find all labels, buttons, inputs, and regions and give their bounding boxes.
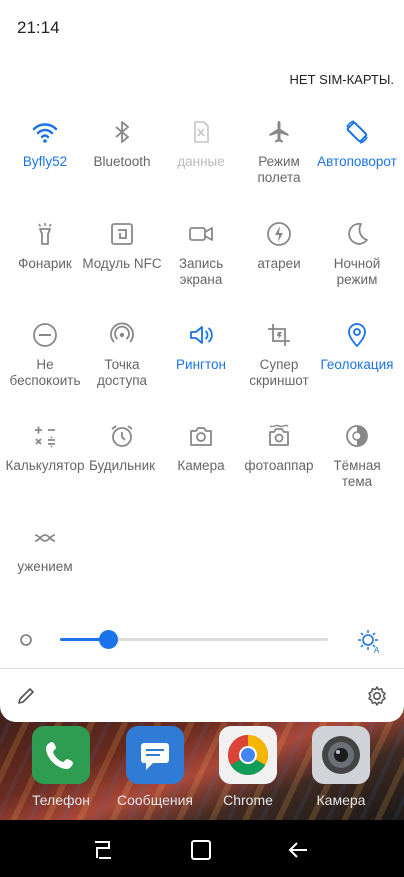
pencil-icon[interactable] [16, 686, 36, 706]
tile-dark-theme[interactable]: Тёмная тема [317, 422, 397, 490]
tile-do-not-disturb[interactable]: Не беспокоить [5, 321, 85, 389]
tile-camera[interactable]: Камера [161, 422, 241, 474]
tile-airplane-mode[interactable]: Режим полета [239, 118, 319, 186]
phone-app-icon [32, 726, 90, 784]
tile-screen-record[interactable]: Запись экрана [161, 220, 241, 288]
nfc-icon [111, 223, 133, 245]
dock-app-label: Chrome [223, 792, 273, 808]
calculator-icon [35, 426, 55, 448]
chrome-app-icon [219, 726, 277, 784]
alarm-icon [111, 425, 133, 447]
tile-label: Byfly52 [22, 154, 68, 169]
brightness-slider[interactable] [60, 630, 328, 649]
dock-app-label: Камера [316, 792, 366, 808]
screen-record-icon [189, 227, 213, 241]
recent-apps-icon[interactable] [92, 840, 114, 860]
tile-data-saver[interactable]: ужением [5, 523, 85, 575]
dock-app-messages[interactable]: Сообщения [115, 726, 195, 808]
tile-ringtone[interactable]: Рингтон [161, 321, 241, 373]
tile-label: Автоповорот [317, 154, 397, 169]
flashlight-icon [38, 223, 52, 245]
quick-settings-panel: 21:14 НЕТ SIM-КАРТЫ. Byfly52 Bluetooth д… [0, 0, 404, 722]
tile-label: Не беспокоить [9, 357, 81, 388]
hotspot-icon [110, 322, 134, 343]
auto-rotate-icon [346, 120, 368, 144]
tile-hotspot[interactable]: Точка доступа [82, 321, 162, 389]
status-time: 21:14 [17, 18, 60, 37]
back-icon[interactable] [287, 840, 309, 860]
tile-label: Ночной режим [333, 256, 381, 287]
night-mode-icon [348, 222, 368, 245]
tile-label: Точка доступа [96, 357, 148, 388]
mobile-data-icon [194, 121, 209, 143]
divider [0, 668, 404, 669]
battery-saver-icon [267, 222, 291, 246]
tile-label: Геолокация [320, 357, 394, 372]
brightness-low-icon [20, 634, 32, 646]
tile-label: Будильник [88, 458, 156, 473]
tile-label: Фонарик [18, 256, 72, 271]
dock-app-camera[interactable]: Камера [301, 726, 381, 808]
home-icon[interactable] [190, 840, 212, 860]
tile-label: атареи [257, 256, 301, 271]
tile-label: Режим полета [257, 154, 301, 185]
do-not-disturb-icon [33, 323, 57, 347]
tile-auto-rotate[interactable]: Автоповорот [317, 118, 397, 170]
tile-label: данные [177, 154, 225, 169]
camera-icon [190, 427, 212, 446]
tile-label: ужением [17, 559, 73, 574]
brightness-slider-thumb[interactable] [98, 630, 118, 649]
brightness-row: A [0, 620, 404, 660]
super-screenshot-icon [268, 324, 290, 346]
tile-battery-saver[interactable]: атареи [239, 220, 319, 272]
tile-label: фотоаппар [244, 458, 314, 473]
tile-front-camera[interactable]: фотоаппар [239, 422, 319, 474]
tile-location[interactable]: Геолокация [317, 321, 397, 373]
dark-theme-icon [346, 425, 368, 447]
wifi-icon [32, 123, 58, 143]
dock-app-phone[interactable]: Телефон [21, 726, 101, 808]
tile-label: Калькулятор [5, 458, 85, 473]
airplane-icon [269, 121, 289, 143]
tile-nfc[interactable]: Модуль NFC [82, 220, 162, 272]
tile-calculator[interactable]: Калькулятор [5, 422, 85, 474]
tile-label: Тёмная тема [333, 458, 381, 489]
navigation-bar [0, 820, 404, 877]
tile-label: Bluetooth [93, 154, 151, 169]
tile-alarm[interactable]: Будильник [82, 422, 162, 474]
bluetooth-icon [115, 121, 129, 143]
tile-label: Модуль NFC [82, 256, 162, 271]
tile-night-mode[interactable]: Ночной режим [317, 220, 397, 288]
tile-wifi[interactable]: Byfly52 [5, 118, 85, 170]
tile-label: Рингтон [176, 357, 226, 372]
tile-label: Камера [177, 458, 225, 473]
dock-app-label: Телефон [31, 792, 91, 808]
messages-app-icon [126, 726, 184, 784]
auto-brightness-icon[interactable]: A [356, 628, 382, 654]
sim-status: НЕТ SIM-КАРТЫ. [289, 72, 394, 87]
tile-label: Супер скриншот [249, 357, 309, 388]
front-camera-icon [269, 424, 289, 446]
tile-mobile-data[interactable]: данные [161, 118, 241, 170]
dock-app-chrome[interactable]: Chrome [208, 726, 288, 808]
tile-bluetooth[interactable]: Bluetooth [82, 118, 162, 170]
gear-icon[interactable] [366, 685, 388, 707]
tile-super-screenshot[interactable]: Супер скриншот [239, 321, 319, 389]
location-icon [348, 323, 366, 348]
data-saver-icon [34, 534, 56, 542]
tile-flashlight[interactable]: Фонарик [5, 220, 85, 272]
camera-app-icon [312, 726, 370, 784]
dock-app-label: Сообщения [117, 792, 193, 808]
ringtone-icon [190, 326, 213, 344]
tile-label: Запись экрана [178, 256, 224, 287]
svg-text:A: A [374, 646, 380, 654]
